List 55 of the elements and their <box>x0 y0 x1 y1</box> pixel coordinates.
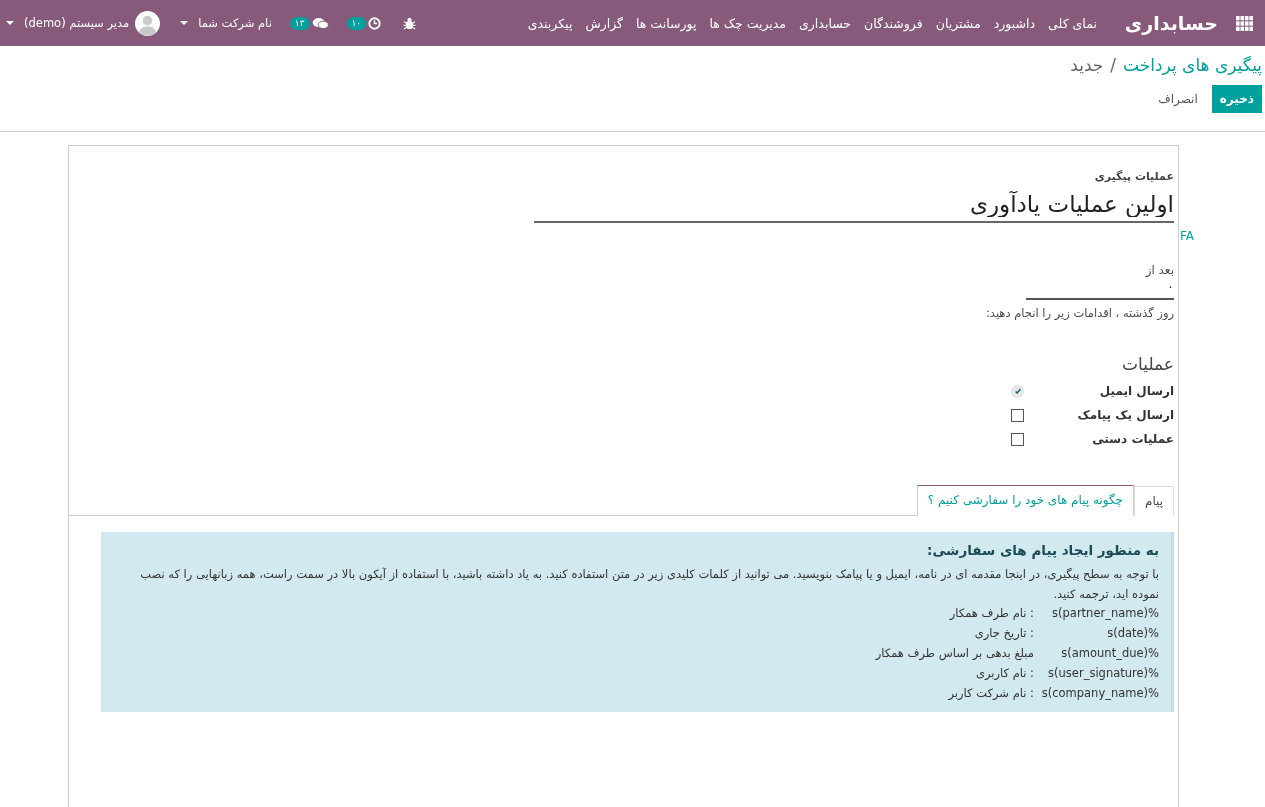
variable-code: %(date)s <box>1106 625 1159 641</box>
save-button[interactable]: ذخیره <box>1211 85 1262 113</box>
variable-description: : نام کاربری <box>974 665 1034 681</box>
menu-item[interactable]: مشتریان <box>935 15 981 31</box>
field-label: بعد از <box>1145 263 1174 277</box>
variable-description: : نام طرف همکار <box>948 605 1034 621</box>
breadcrumb-current: جدید <box>1070 55 1104 75</box>
checkbox-label: عملیات دستی <box>1091 432 1174 446</box>
variable-code: %(user_signature)s <box>1047 665 1159 681</box>
menu-item[interactable]: پیکربندی <box>527 15 573 31</box>
company-dropdown[interactable]: نام شرکت شما <box>180 16 272 30</box>
section-title: عملیات <box>1121 354 1174 374</box>
caret-icon <box>180 21 189 25</box>
user-menu[interactable]: مدیر سیستم (demo) <box>6 10 161 36</box>
field-help-text: روز گذشته ، اقدامات زیر را انجام دهید: <box>986 306 1174 320</box>
field-label: عملیات پیگیری <box>1094 170 1174 183</box>
checkbox-label: ارسال یک پیامک <box>1076 408 1174 422</box>
menu-item[interactable]: مدیریت چک ها <box>709 15 787 31</box>
menu-item[interactable]: حسابداری <box>799 15 852 31</box>
alert-title: به منظور ایجاد پیام های سفارشی: <box>926 542 1159 558</box>
variable-code: %(partner_name)s <box>1051 605 1159 621</box>
menu-item[interactable]: پورسانت ها <box>636 15 697 31</box>
menu-item[interactable]: گزارش <box>585 15 623 31</box>
variable-description: : نام شرکت کاربر <box>947 685 1034 701</box>
checkbox[interactable] <box>1011 432 1024 446</box>
discard-button[interactable]: انصراف <box>1158 92 1198 106</box>
check-icon <box>1013 387 1022 395</box>
breadcrumb-separator: / <box>1110 55 1117 75</box>
tab[interactable]: چگونه پیام های خود را سفارشی کنیم ؟ <box>916 485 1134 516</box>
apps-menu-icon[interactable] <box>1236 15 1253 31</box>
messages-button[interactable]: ۱۳ <box>289 16 329 30</box>
delay-field[interactable]: ۰ <box>1026 277 1174 300</box>
variable-code: %(company_name)s <box>1040 685 1159 701</box>
name-field[interactable]: اولین عملیات یادآوری <box>534 187 1174 223</box>
clock-icon <box>368 16 382 30</box>
checkbox-label: ارسال ایمیل <box>1098 384 1174 398</box>
menu-item[interactable]: داشبورد <box>993 15 1036 31</box>
app-title: حسابداری <box>1124 12 1218 34</box>
count-badge: ۱۰ <box>346 16 367 30</box>
variable-description: : تاریخ جاری <box>973 625 1034 641</box>
bug-icon[interactable] <box>403 16 417 30</box>
alert-paragraph: با توجه به سطح پیگیری، در اینجا مقدمه ای در نامه، ایمیل و یا پیامک بنویسید. می توانید از کلمات کلیدی زیر در متن استفاده کنید. به یاد داشته باشید، با استفاده از آیکون بالا در سمت راست، همه زبانهایی را که نصب نموده اید، ترجمه کنید. <box>139 566 1159 603</box>
variable-description: مبلغ بدهی بر اساس طرف همکار <box>875 645 1034 661</box>
tab[interactable]: پیام <box>1133 486 1174 516</box>
variable-code: %(amount_due)s <box>1060 645 1159 661</box>
count-badge: ۱۳ <box>289 16 310 30</box>
menu-item[interactable]: نمای کلی <box>1048 15 1097 31</box>
menu-item[interactable]: فروشندگان <box>864 15 923 31</box>
checkbox[interactable] <box>1011 408 1024 422</box>
language-link[interactable]: FA <box>1180 229 1194 243</box>
avatar-icon <box>135 10 161 36</box>
caret-icon <box>6 21 14 25</box>
activities-button[interactable]: ۱۰ <box>346 16 382 30</box>
chat-icon <box>311 16 329 30</box>
breadcrumb-link[interactable]: پیگیری های پرداخت <box>1123 55 1262 75</box>
